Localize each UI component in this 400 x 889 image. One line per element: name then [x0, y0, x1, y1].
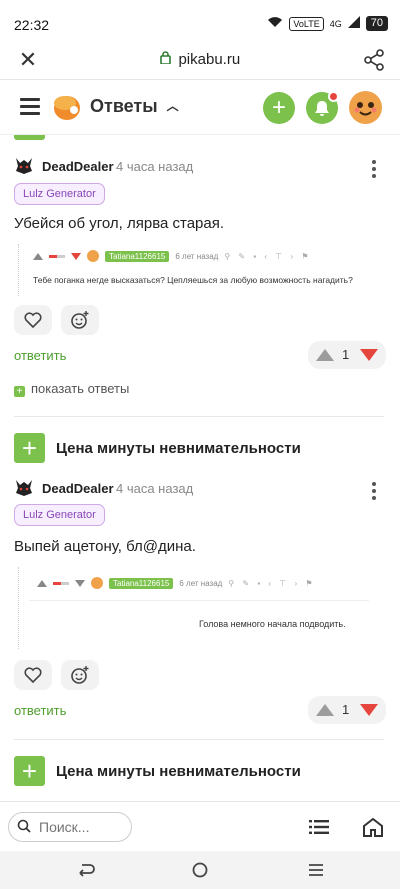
- volte-badge: VoLTE: [289, 16, 324, 31]
- quote-downvote-icon: [71, 252, 81, 260]
- comment-text: Выпей ацетону, бл@дина.: [14, 538, 196, 555]
- quote-time: 6 лет назад: [175, 251, 219, 261]
- reply-link[interactable]: ответить: [14, 703, 66, 718]
- show-replies-label: показать ответы: [31, 381, 130, 396]
- more-options-icon[interactable]: [371, 160, 377, 178]
- pikabu-logo-icon[interactable]: [52, 93, 82, 121]
- divider: [14, 416, 384, 417]
- quote-header: Tatiana1126615 6 лет назад ⚲ ✎ ▪ ‹ ⊤ › ⚑: [37, 577, 316, 589]
- heart-icon: [24, 312, 42, 329]
- quoted-comment-image: Tatiana1126615 6 лет назад ⚲ ✎ ▪ ‹ ⊤ › ⚑…: [18, 567, 384, 649]
- chevron-up-icon: ︿: [166, 99, 179, 113]
- quote-actions-icons: ⚲ ✎ ▪ ‹ ⊤ › ⚑: [228, 578, 316, 588]
- bottom-toolbar: [0, 801, 400, 851]
- list-icon[interactable]: [309, 820, 329, 834]
- quote-rating-bar: [53, 581, 69, 585]
- comment-time: 4 часа назад: [116, 481, 194, 496]
- user-tag-badge[interactable]: Lulz Generator: [14, 504, 105, 526]
- comment-text: Убейся об угол, лярва старая.: [14, 215, 225, 232]
- lock-icon: [160, 51, 175, 67]
- post-title[interactable]: Цена минуты невнимательности: [56, 763, 301, 780]
- quote-text: Голова немного начала подводить.: [199, 619, 346, 629]
- share-icon[interactable]: [362, 48, 386, 72]
- more-options-icon[interactable]: [371, 482, 377, 500]
- author-avatar-icon[interactable]: [14, 157, 34, 175]
- url-text: pikabu.ru: [178, 51, 241, 68]
- quote-upvote-icon: [33, 252, 43, 260]
- downvote-icon[interactable]: [360, 704, 378, 716]
- recents-icon[interactable]: [306, 861, 326, 879]
- divider: [14, 739, 384, 740]
- signal-icon: [347, 16, 360, 31]
- search-box[interactable]: [8, 812, 132, 842]
- quote-text: Тебе поганка негде высказаться? Цепляешь…: [33, 275, 353, 285]
- quote-actions-icons: ⚲ ✎ ▪ ‹ ⊤ › ⚑: [224, 251, 312, 261]
- react-button[interactable]: [61, 305, 99, 335]
- add-post-button[interactable]: +: [263, 92, 295, 124]
- url-display[interactable]: pikabu.ru: [0, 51, 400, 68]
- quote-username: Tatiana1126615: [105, 250, 170, 262]
- home-circle-icon[interactable]: [190, 861, 210, 879]
- expand-post-button[interactable]: +: [14, 756, 45, 786]
- emoji-add-icon: [71, 311, 89, 329]
- notifications-button[interactable]: [306, 91, 339, 124]
- post-plus-partial[interactable]: [14, 135, 45, 140]
- like-button[interactable]: [14, 660, 52, 690]
- quote-upvote-icon: [37, 579, 47, 587]
- heart-icon: [24, 667, 42, 684]
- rating-control: 1: [308, 696, 386, 724]
- quoted-comment-image: Tatiana1126615 6 лет назад ⚲ ✎ ▪ ‹ ⊤ › ⚑…: [18, 244, 384, 296]
- search-input[interactable]: [39, 819, 127, 835]
- status-time: 22:32: [14, 17, 50, 33]
- browser-url-bar: ✕ pikabu.ru: [0, 40, 400, 80]
- downvote-icon[interactable]: [360, 349, 378, 361]
- quote-downvote-icon: [75, 579, 85, 587]
- like-button[interactable]: [14, 305, 52, 335]
- expand-post-button[interactable]: +: [14, 433, 45, 463]
- reply-link[interactable]: ответить: [14, 348, 66, 363]
- react-button[interactable]: [61, 660, 99, 690]
- upvote-icon[interactable]: [316, 349, 334, 361]
- post-title[interactable]: Цена минуты невнимательности: [56, 440, 301, 457]
- quote-header: Tatiana1126615 6 лет назад ⚲ ✎ ▪ ‹ ⊤ › ⚑: [33, 250, 312, 262]
- menu-icon[interactable]: [20, 98, 40, 115]
- screen: 22:32 VoLTE 4G 70 ✕ pikabu.ru Ответы ︿ +…: [0, 0, 400, 889]
- rating-value: 1: [342, 702, 350, 717]
- system-navigation-bar: [0, 851, 400, 889]
- quote-time: 6 лет назад: [179, 578, 223, 588]
- battery-level: 70: [365, 16, 388, 31]
- back-icon[interactable]: [76, 861, 96, 879]
- quote-separator: [29, 600, 369, 601]
- plus-icon: +: [14, 386, 25, 397]
- quote-username: Tatiana1126615: [109, 577, 174, 589]
- wifi-icon: [267, 16, 283, 31]
- rating-value: 1: [342, 347, 350, 362]
- quote-rating-bar: [49, 254, 65, 258]
- rating-control: 1: [308, 341, 386, 369]
- quote-avatar-icon: [91, 577, 103, 589]
- upvote-icon[interactable]: [316, 704, 334, 716]
- home-icon[interactable]: [362, 817, 384, 837]
- comment-time: 4 часа назад: [116, 159, 194, 174]
- notification-dot: [328, 91, 339, 102]
- site-header: Ответы ︿ +: [0, 81, 400, 135]
- user-avatar[interactable]: [349, 91, 382, 124]
- comment-author[interactable]: DeadDealer: [42, 159, 114, 174]
- author-avatar-icon[interactable]: [14, 479, 34, 497]
- user-tag-badge[interactable]: Lulz Generator: [14, 183, 105, 205]
- network-type: 4G: [329, 18, 342, 29]
- section-title: Ответы: [90, 96, 158, 116]
- quote-avatar-icon: [87, 250, 99, 262]
- emoji-add-icon: [71, 666, 89, 684]
- section-dropdown[interactable]: Ответы ︿: [90, 96, 179, 117]
- status-icons: VoLTE 4G 70: [267, 16, 388, 31]
- search-icon: [17, 819, 31, 833]
- comment-author[interactable]: DeadDealer: [42, 481, 114, 496]
- show-replies-link[interactable]: + показать ответы: [14, 381, 129, 397]
- status-bar: 22:32 VoLTE 4G 70: [0, 0, 400, 40]
